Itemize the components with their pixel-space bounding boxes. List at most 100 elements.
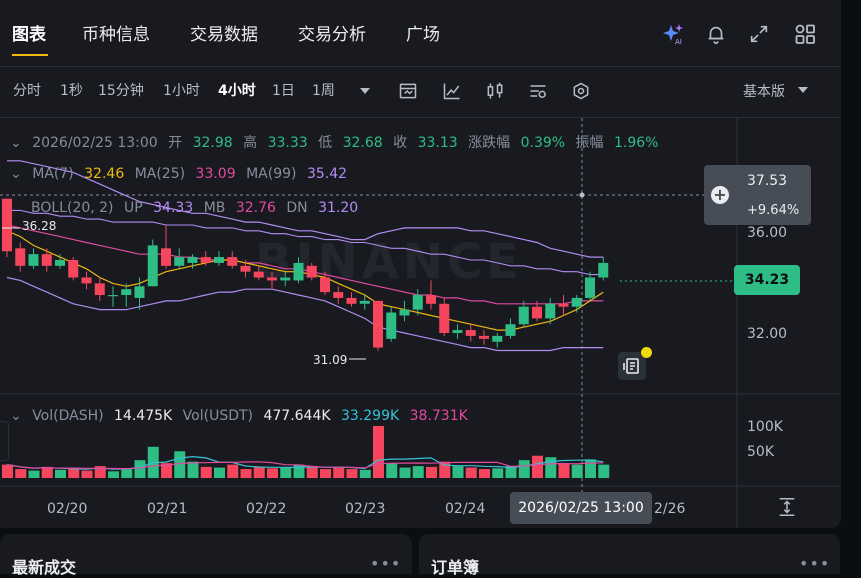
interval-1s[interactable]: 1秒 (60, 80, 83, 100)
candle-body (134, 286, 145, 298)
volume-bar (585, 459, 596, 478)
expand-icon[interactable] (747, 22, 771, 46)
candle-body (545, 303, 556, 319)
candle-body (161, 248, 171, 266)
interval-1d[interactable]: 1日 (272, 80, 295, 100)
boll-mb-label: MB (203, 200, 226, 216)
volume-bar (2, 464, 13, 478)
candle-body (439, 303, 450, 333)
boll-up-value: 34.33 (153, 200, 194, 216)
volume-bar (492, 468, 504, 478)
volume-bar (81, 470, 93, 478)
interval-1w[interactable]: 1周 (312, 80, 335, 100)
volume-bar (558, 463, 570, 478)
amp-value: 1.96% (613, 135, 659, 151)
price-axis-label: 32.00 (747, 326, 788, 342)
volume-bar (15, 469, 27, 478)
ai-sparkle-icon[interactable]: AI (661, 22, 685, 46)
volume-bar (545, 457, 557, 478)
volume-bar (346, 469, 358, 478)
volume-bar (200, 466, 212, 478)
interval-15m[interactable]: 15分钟 (98, 80, 144, 100)
candle-body (346, 297, 357, 304)
candle-body (174, 257, 185, 266)
tab-trading-analysis[interactable]: 交易分析 (298, 20, 366, 45)
candle-body (505, 324, 516, 336)
settings-icon[interactable] (527, 80, 549, 102)
change-label: 涨跌幅 (468, 135, 511, 151)
volume-bar (465, 467, 477, 478)
tab-square[interactable]: 广场 (406, 20, 440, 45)
last-price-tag: 34.23 (734, 265, 800, 295)
candle-body (585, 277, 595, 298)
volume-bar (412, 466, 424, 478)
indicator-icon[interactable] (397, 80, 419, 102)
candle-body (267, 277, 277, 281)
depth-icon[interactable] (570, 80, 592, 102)
candle-body (492, 335, 503, 342)
interval-4h[interactable]: 4小时 (218, 80, 256, 100)
candle-body (386, 312, 397, 339)
candle-body (465, 330, 476, 336)
ma25-label: MA(25) (134, 166, 186, 182)
ma99-label: MA(99) (246, 166, 297, 182)
candle-body (320, 277, 330, 293)
crosshair-price-box[interactable]: + 37.53 +9.64% (704, 165, 811, 225)
volume-bar (227, 464, 239, 478)
collapse-caret-icon[interactable]: ⌄ (10, 408, 22, 424)
svg-text:AI: AI (675, 38, 682, 46)
main-tabs: 图表 币种信息 交易数据 交易分析 广场 AI (0, 0, 841, 66)
volume-axis-label: 50K (747, 444, 774, 460)
ma-info: ⌄ MA(7) 32.46 MA(25) 33.09 MA(99) 35.42 (0, 166, 353, 182)
plus-icon[interactable]: + (711, 186, 729, 204)
active-tab-indicator (12, 54, 48, 56)
candle-type-icon[interactable] (484, 80, 506, 102)
order-book-card: 订单簿 ••• (419, 534, 840, 577)
collapse-caret-icon[interactable]: ⌄ (10, 135, 22, 151)
candle-body (571, 297, 582, 307)
candle-body (293, 262, 304, 281)
candle-body (399, 309, 410, 316)
fit-axis-icon[interactable] (776, 496, 798, 518)
more-icon[interactable]: ••• (799, 554, 830, 573)
interval-line[interactable]: 分时 (13, 80, 41, 100)
candle-body (373, 300, 383, 348)
vol-dash-label: Vol(DASH) (32, 408, 104, 424)
volume-bar (598, 464, 610, 478)
side-handle[interactable] (0, 421, 9, 461)
candle-body (41, 254, 52, 266)
volume-bar (571, 464, 583, 478)
candle-body (598, 262, 609, 278)
bell-icon[interactable] (704, 22, 728, 46)
tab-trading-data[interactable]: 交易数据 (190, 20, 258, 45)
close-value: 33.13 (417, 135, 458, 151)
collapse-caret-icon[interactable]: ⌄ (10, 166, 22, 182)
tab-chart[interactable]: 图表 (12, 20, 46, 45)
line-tool-icon[interactable] (441, 80, 463, 102)
candle-body (94, 283, 105, 296)
candle-body (359, 300, 370, 304)
more-icon[interactable]: ••• (370, 554, 401, 573)
grid-icon[interactable] (793, 22, 817, 46)
interval-1h[interactable]: 1小时 (163, 80, 200, 100)
tab-coin-info[interactable]: 币种信息 (82, 20, 150, 45)
volume-bar (479, 469, 490, 478)
candle-body (306, 265, 317, 278)
ma99-value: 35.42 (306, 166, 348, 182)
volume-bar (187, 461, 199, 478)
candle-body (452, 330, 463, 333)
candle-body (412, 295, 423, 310)
candle-body (280, 277, 291, 281)
high-annotation: 36.28 (22, 219, 57, 233)
caret-down-icon[interactable] (354, 80, 376, 102)
volume-bar (267, 468, 278, 478)
low-value: 32.68 (342, 135, 383, 151)
crosshair-change: +9.64% (747, 203, 800, 218)
version-select[interactable]: 基本版 (743, 81, 809, 101)
volume-bar (134, 460, 146, 478)
candle-body (28, 254, 39, 266)
volume-axis-label: 100K (747, 419, 783, 435)
time-axis-label: 02/22 (246, 501, 287, 517)
volume-bar (373, 426, 384, 478)
time-axis-label: 02/23 (345, 501, 386, 517)
